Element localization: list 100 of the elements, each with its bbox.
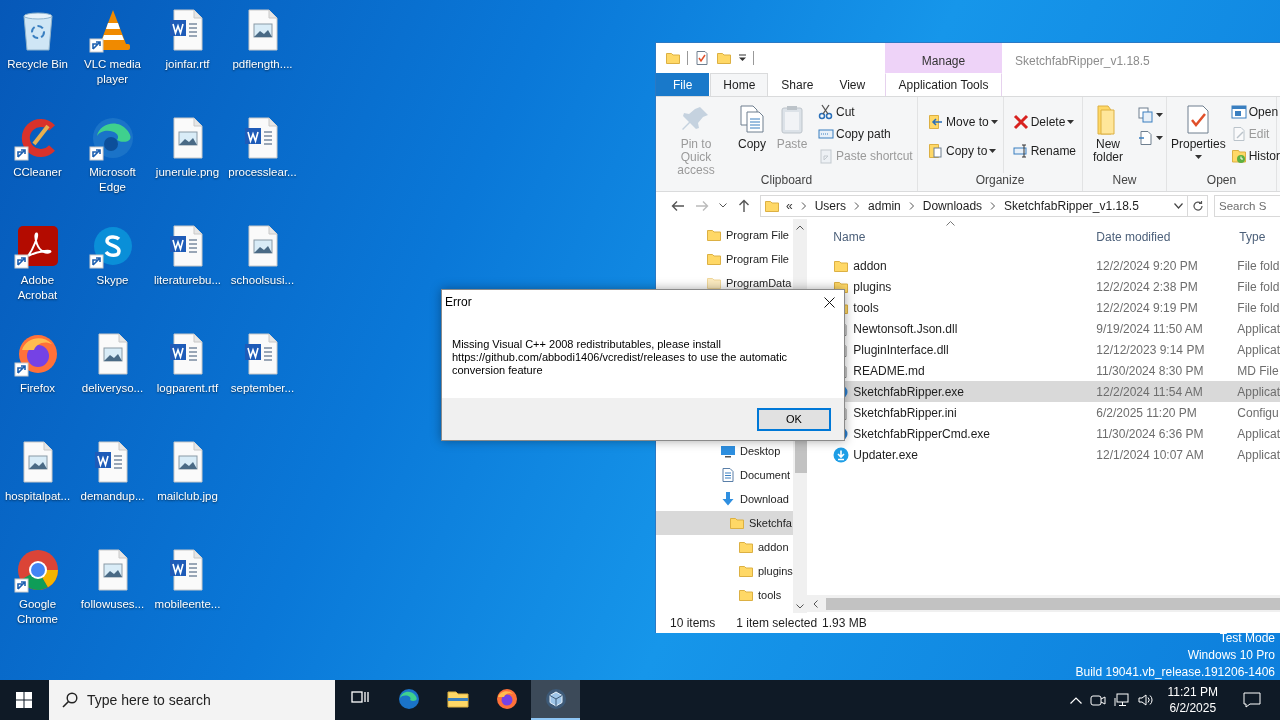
file-date: 11/30/2024 8:30 PM: [1095, 363, 1205, 378]
selection-size: 1.93 MB: [822, 616, 867, 630]
ribbon-button[interactable]: Properties: [1169, 97, 1228, 171]
nav-item[interactable]: addon: [656, 535, 793, 559]
desktop-icon[interactable]: Adobe Acrobat: [0, 222, 75, 303]
file-date: 12/1/2024 10:07 AM: [1095, 447, 1205, 462]
file-name: SketchfabRipper.exe: [853, 384, 965, 399]
nav-item[interactable]: plugins: [656, 559, 793, 583]
nav-item[interactable]: Program File: [656, 223, 793, 247]
file-name: SketchfabRipperCmd.exe: [853, 426, 991, 441]
file-type: Applicat: [1236, 342, 1280, 357]
ok-button[interactable]: OK: [757, 407, 831, 431]
file-type: MD File: [1236, 363, 1280, 378]
ribbon-group-label: Open: [1205, 173, 1238, 189]
desktop-icon[interactable]: september...: [225, 330, 300, 396]
desktop-icon[interactable]: schoolsusi...: [225, 222, 300, 288]
file-type: Applicat: [1236, 426, 1280, 441]
desktop-icon[interactable]: VLC media player: [75, 6, 150, 87]
error-message: Missing Visual C++ 2008 redistributables, please install https://github.com/abbodi1406/vcredist/releases to use the automatic conversion feature: [452, 338, 789, 378]
file-name: tools: [853, 300, 879, 315]
file-type: Configu: [1236, 405, 1280, 420]
desktop-icon[interactable]: literaturebu...: [150, 222, 225, 288]
ribbon-button[interactable]: Copy to: [926, 136, 1000, 165]
desktop-icon[interactable]: junerule.png: [150, 114, 225, 180]
file-date: 12/2/2024 9:20 PM: [1095, 258, 1199, 273]
nav-item[interactable]: Program File: [656, 247, 793, 271]
file-type: File fold: [1236, 258, 1280, 273]
desktop-icon[interactable]: hospitalpat...: [0, 438, 75, 504]
window-title: SketchfabRipper_v1.18.5: [1014, 53, 1150, 70]
file-name: SketchfabRipper.ini: [853, 405, 957, 420]
file-name: Newtonsoft.Json.dll: [853, 321, 958, 336]
desktop-icon[interactable]: pdflength....: [225, 6, 300, 72]
system-info-text: Windows 10 Pro: [1187, 647, 1275, 664]
breadcrumb[interactable]: Downloads: [922, 198, 983, 213]
ribbon-button[interactable]: Copy path: [816, 123, 915, 145]
column-header[interactable]: Date modified: [1088, 229, 1232, 244]
breadcrumb[interactable]: Users: [814, 198, 847, 213]
file-row[interactable]: addon 12/2/2024 9:20 PM File fold: [818, 255, 1280, 276]
file-name: plugins: [853, 279, 892, 294]
item-count: 10 items: [670, 616, 716, 630]
desktop-icon[interactable]: demandup...: [75, 438, 150, 504]
breadcrumb[interactable]: admin: [868, 198, 901, 213]
ribbon-button[interactable]: New folder: [1087, 97, 1129, 171]
ribbon-tab[interactable]: File: [656, 73, 710, 96]
clock-time[interactable]: 11:21 PM: [1167, 684, 1218, 700]
overflow-crumb[interactable]: «: [786, 198, 793, 213]
file-date: 11/30/2024 6:36 PM: [1095, 426, 1205, 441]
ribbon-group-label: Clipboard: [759, 173, 814, 189]
breadcrumb[interactable]: SketchfabRipper_v1.18.5: [1004, 198, 1139, 213]
desktop-icon[interactable]: CCleaner: [0, 114, 75, 180]
ribbon-tab[interactable]: View: [826, 73, 879, 96]
file-type: Applicat: [1236, 321, 1280, 336]
file-name: PluginInterface.dll: [853, 342, 949, 357]
clock-date[interactable]: 6/2/2025: [1169, 700, 1217, 716]
ribbon-button[interactable]: Copy: [732, 97, 772, 171]
search-field[interactable]: Search S: [1214, 194, 1280, 217]
file-date: 12/2/2024 9:19 PM: [1095, 300, 1199, 315]
desktop-icon[interactable]: Firefox: [0, 330, 75, 396]
ribbon-button[interactable]: Open: [1228, 101, 1280, 123]
file-date: 12/2/2024 2:38 PM: [1095, 279, 1199, 294]
context-tab-header: Manage: [885, 43, 1002, 73]
ribbon-button[interactable]: Histor: [1228, 145, 1280, 167]
selection-count: 1 item selected: [736, 616, 818, 630]
ribbon-tab[interactable]: Share: [768, 73, 827, 96]
desktop-icon[interactable]: followuses...: [75, 546, 150, 612]
nav-item[interactable]: Document: [656, 463, 793, 487]
nav-item[interactable]: Desktop: [656, 439, 793, 463]
address-bar[interactable]: « Users admin Downloads SketchfabRipper_v1.18.5: [760, 194, 1188, 217]
nav-item[interactable]: Sketchfa: [656, 511, 793, 535]
column-header[interactable]: Type: [1231, 229, 1280, 244]
nav-item[interactable]: tools: [656, 583, 793, 607]
ribbon-button[interactable]: Delete: [1010, 107, 1079, 136]
file-name: Updater.exe: [853, 447, 918, 462]
ribbon-button[interactable]: Rename: [1010, 136, 1079, 165]
desktop-icon[interactable]: Skype: [75, 222, 150, 288]
file-name: README.md: [853, 363, 925, 378]
file-date: 9/19/2024 11:50 AM: [1095, 321, 1204, 336]
system-info-text: Build 19041.vb_release.191206-1406: [1075, 664, 1275, 681]
desktop-icon[interactable]: joinfar.rtf: [150, 6, 225, 72]
desktop-icon[interactable]: Recycle Bin: [0, 6, 75, 72]
file-type: Applicat: [1236, 384, 1280, 399]
desktop-icon[interactable]: deliveryso...: [75, 330, 150, 396]
file-date: 12/12/2023 9:14 PM: [1095, 342, 1206, 357]
desktop-icon[interactable]: Google Chrome: [0, 546, 75, 627]
nav-item[interactable]: Download: [656, 487, 793, 511]
desktop-icon[interactable]: processlear...: [225, 114, 300, 180]
file-row[interactable]: Updater.exe 12/1/2024 10:07 AM Applicat: [818, 444, 1280, 465]
ribbon-button[interactable]: Cut: [816, 101, 915, 123]
search-field[interactable]: Type here to search: [49, 680, 335, 720]
desktop-icon[interactable]: mailclub.jpg: [150, 438, 225, 504]
ribbon-group-label: Organize: [974, 173, 1026, 189]
desktop-icon[interactable]: mobileente...: [150, 546, 225, 612]
ribbon-button[interactable]: Move to: [926, 107, 1000, 136]
dialog-title: Error: [445, 295, 472, 309]
system-info-text: Test Mode: [1219, 630, 1275, 647]
column-header[interactable]: Name: [818, 229, 1089, 244]
ribbon-tab[interactable]: Home: [710, 73, 769, 96]
ribbon-group-label: New: [1111, 173, 1138, 189]
desktop-icon[interactable]: Microsoft Edge: [75, 114, 150, 195]
desktop-icon[interactable]: logparent.rtf: [150, 330, 225, 396]
